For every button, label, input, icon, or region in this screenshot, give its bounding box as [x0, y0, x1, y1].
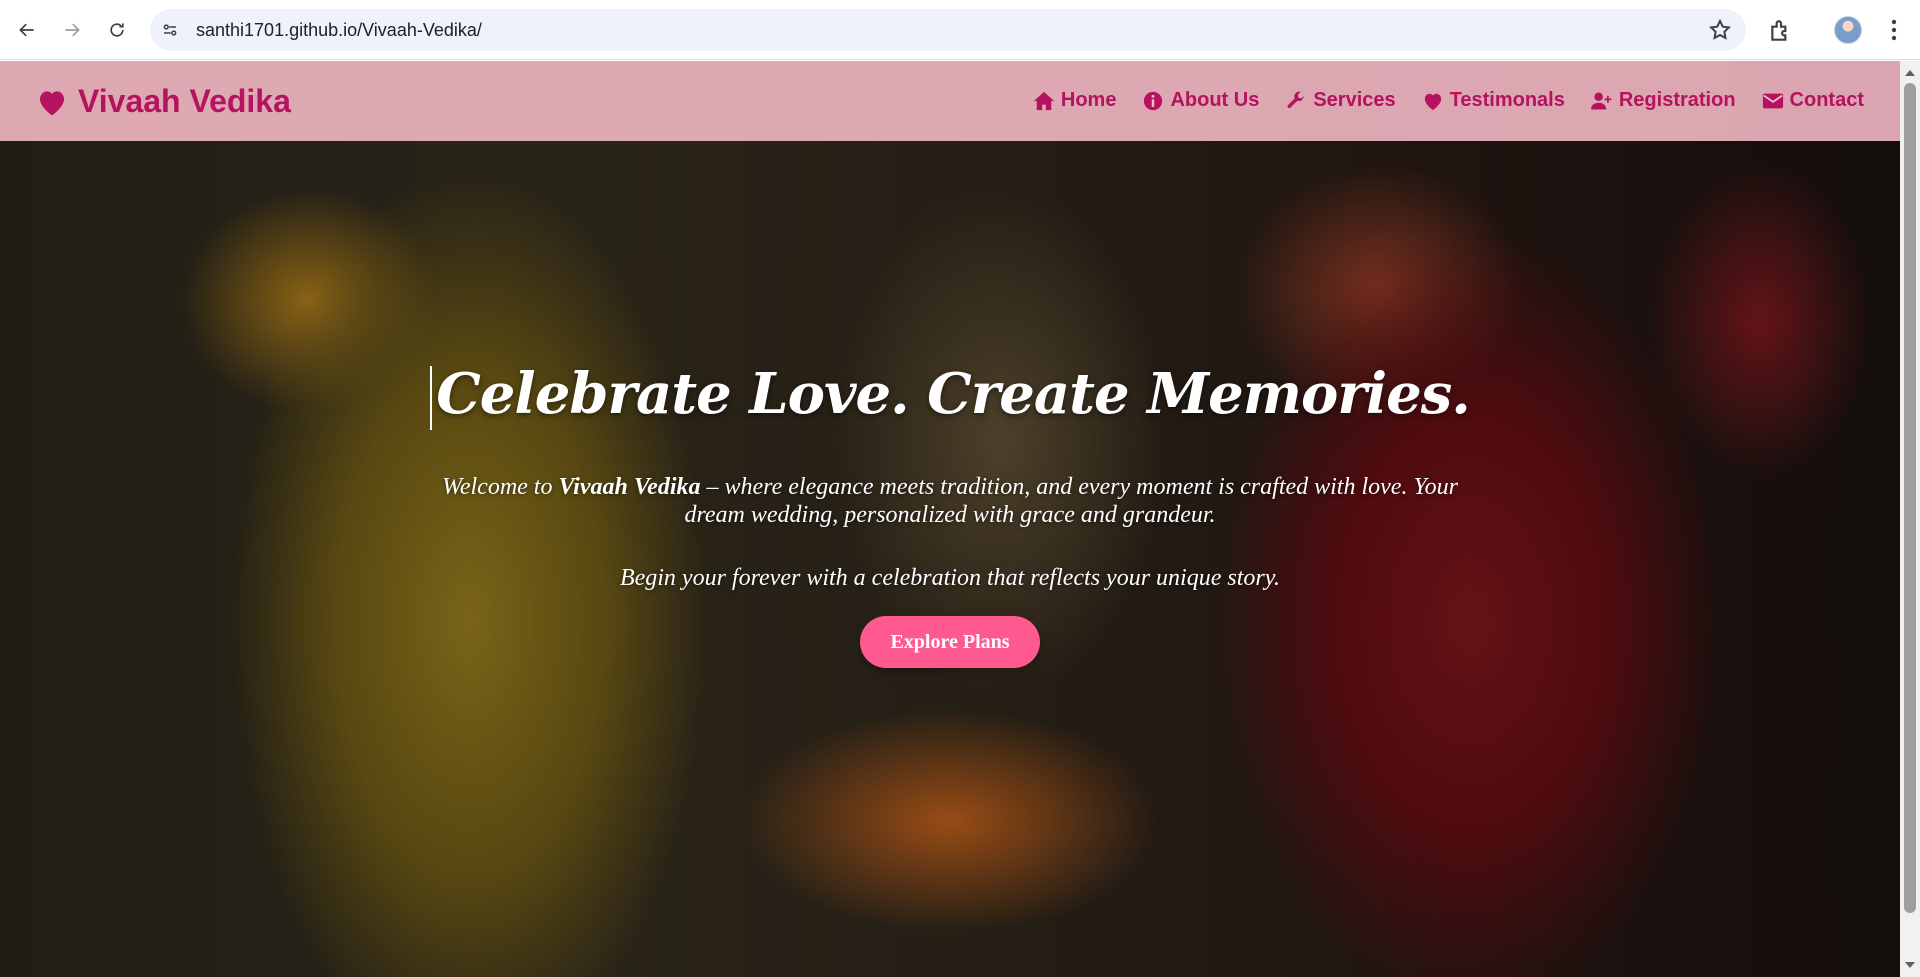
- scroll-down-icon[interactable]: [1904, 959, 1916, 971]
- explore-plans-button[interactable]: Explore Plans: [860, 616, 1040, 668]
- reload-button[interactable]: [101, 12, 133, 48]
- arrow-left-icon: [19, 23, 34, 37]
- bookmark-star-icon[interactable]: [1708, 18, 1732, 42]
- typing-cursor: [430, 366, 433, 431]
- page-viewport: Vivaah Vedika Home About Us Services Tes…: [0, 61, 1900, 977]
- url-text[interactable]: santhi1701.github.io/Vivaah-Vedika/: [196, 20, 482, 41]
- extensions-icon[interactable]: [1768, 18, 1794, 44]
- browser-toolbar: santhi1701.github.io/Vivaah-Vedika/: [0, 0, 1920, 60]
- site-info-icon[interactable]: [158, 18, 182, 42]
- hero-intro-suffix: – where elegance meets tradition, and ev…: [684, 474, 1458, 528]
- hero-title: Celebrate Love. Create Memories.: [0, 361, 1900, 431]
- profile-avatar[interactable]: [1834, 16, 1862, 44]
- scroll-thumb[interactable]: [1904, 83, 1916, 913]
- page-scrollbar[interactable]: [1900, 61, 1920, 977]
- hero-section: Celebrate Love. Create Memories. Welcome…: [0, 61, 1900, 977]
- hero-title-text: Celebrate Love. Create Memories.: [436, 361, 1471, 427]
- back-button[interactable]: [11, 12, 43, 48]
- hero-intro-prefix: Welcome to: [442, 474, 559, 500]
- hero-intro: Welcome to Vivaah Vedika – where eleganc…: [440, 473, 1460, 529]
- hero-intro-brand: Vivaah Vedika: [558, 474, 701, 500]
- kebab-menu-icon: [1891, 19, 1897, 41]
- arrow-right-icon: [65, 23, 80, 37]
- browser-menu-button[interactable]: [1880, 16, 1908, 44]
- reload-icon: [110, 23, 124, 37]
- forward-button[interactable]: [56, 12, 88, 48]
- scroll-up-icon[interactable]: [1904, 67, 1916, 79]
- hero-tagline: Begin your forever with a celebration th…: [619, 565, 1281, 591]
- address-bar[interactable]: santhi1701.github.io/Vivaah-Vedika/: [150, 9, 1746, 51]
